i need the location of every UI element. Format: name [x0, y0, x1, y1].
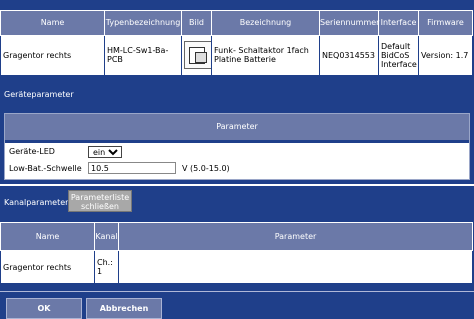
col-header-description: Bezeichnung	[211, 10, 320, 36]
kanalparameter-label: Kanalparameter	[4, 198, 69, 207]
geraeteparameter-label: Geräteparameter	[4, 90, 74, 99]
ok-button[interactable]: OK	[6, 298, 82, 319]
table-row: Gragentor rechts HM-LC-Sw1-Ba-PCB Funk- …	[0, 34, 473, 77]
cancel-button[interactable]: Abbrechen	[86, 298, 162, 319]
col-header-name: Name	[0, 10, 105, 36]
channel-table: Name Kanal Parameter Gragentor rechts Ch…	[0, 222, 473, 284]
col-header-firmware: Firmware	[418, 10, 473, 36]
col-header-channel-name: Name	[0, 222, 95, 251]
device-parameter-panel: Parameter Geräte-LED ein Low-Bat.-Schwel…	[4, 113, 470, 180]
channel-table-header: Name Kanal Parameter	[0, 222, 473, 251]
device-image-cell	[181, 34, 212, 77]
col-header-serial: Seriennummer	[319, 10, 379, 36]
section-divider	[0, 184, 474, 186]
device-type: HM-LC-Sw1-Ba-PCB	[104, 34, 182, 77]
table-row: Gragentor rechts Ch.: 1	[0, 250, 473, 284]
device-firmware: Version: 1.7	[418, 34, 473, 77]
device-table-header: Name Typenbezeichnung Bild Bezeichnung S…	[0, 10, 473, 36]
device-description: Funk- Schaltaktor 1fach Platine Batterie	[211, 34, 320, 77]
device-table: Name Typenbezeichnung Bild Bezeichnung S…	[0, 10, 473, 77]
device-name: Gragentor rechts	[0, 34, 105, 77]
channel-number: Ch.: 1	[94, 250, 119, 284]
led-select[interactable]: ein	[88, 146, 122, 158]
col-header-channel-parameter: Parameter	[118, 222, 473, 251]
col-header-interface: Interface	[378, 10, 419, 36]
channel-name: Gragentor rechts	[0, 250, 95, 284]
device-interface: Default BidCoS Interface	[378, 34, 419, 77]
close-parameter-list-button[interactable]: Parameterliste schließen	[68, 190, 132, 212]
low-bat-range-hint: V (5.0-15.0)	[182, 164, 230, 173]
device-serial: NEQ0314553	[319, 34, 379, 77]
channel-parameters	[118, 250, 473, 284]
led-label: Geräte-LED	[9, 147, 55, 156]
col-header-image: Bild	[181, 10, 212, 36]
low-bat-label: Low-Bat.-Schwelle	[9, 164, 82, 173]
col-header-channel: Kanal	[94, 222, 119, 251]
col-header-type: Typenbezeichnung	[104, 10, 182, 36]
low-bat-input[interactable]	[88, 162, 176, 174]
parameter-header: Parameter	[5, 114, 469, 143]
device-image	[184, 41, 211, 70]
